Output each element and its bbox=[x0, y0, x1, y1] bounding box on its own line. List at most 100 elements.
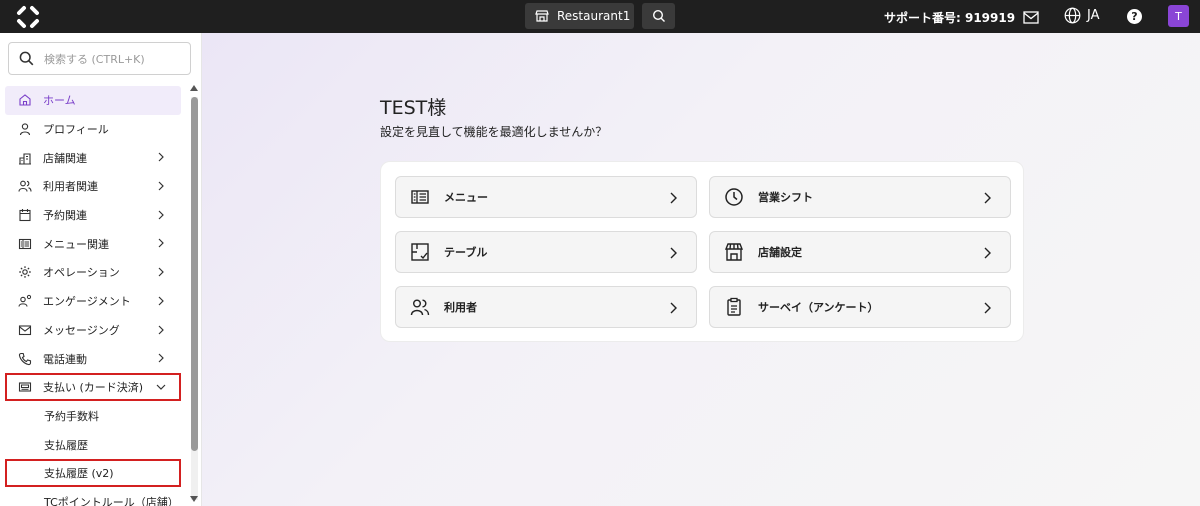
engagement-icon bbox=[18, 295, 32, 307]
top-bar: Restaurant1 サポート番号: 919919 JA ? T bbox=[0, 0, 1200, 33]
tile-label: 利用者 bbox=[444, 301, 477, 314]
chevron-right-icon bbox=[158, 239, 164, 248]
sidebar-item-phone[interactable]: 電話連動 bbox=[0, 344, 190, 373]
tile-store-settings[interactable]: 店舗設定 bbox=[709, 231, 1011, 273]
tile-label: サーベイ（アンケート） bbox=[758, 301, 879, 314]
search-icon bbox=[19, 51, 34, 66]
sidebar-subitem-reservation-fee[interactable]: 予約手数料 bbox=[0, 402, 190, 431]
sidebar-item-label: メニュー関連 bbox=[43, 237, 109, 251]
chevron-right-icon bbox=[158, 210, 164, 220]
mail-icon[interactable] bbox=[1023, 9, 1039, 28]
tile-users[interactable]: 利用者 bbox=[395, 286, 697, 328]
mail-icon bbox=[18, 325, 32, 335]
sidebar-item-users[interactable]: 利用者関連 bbox=[0, 172, 190, 201]
sidebar-item-label: オペレーション bbox=[43, 266, 120, 280]
tile-business-shift[interactable]: 営業シフト bbox=[709, 176, 1011, 218]
sidebar-item-messaging[interactable]: メッセージング bbox=[0, 316, 190, 345]
chevron-right-icon bbox=[670, 247, 677, 259]
sidebar-item-label: エンゲージメント bbox=[43, 295, 131, 309]
language-selector[interactable]: JA bbox=[1064, 7, 1100, 24]
sidebar: 検索する (CTRL+K) ホーム プロフィール 店舗関連 利用者関連 予約関連 bbox=[0, 33, 202, 506]
global-search-button[interactable] bbox=[642, 3, 675, 29]
sidebar-item-home[interactable]: ホーム bbox=[5, 86, 181, 115]
sidebar-item-label: 支払履歴 (v2) bbox=[44, 467, 114, 481]
avatar[interactable]: T bbox=[1168, 5, 1189, 27]
sidebar-item-label: プロフィール bbox=[43, 123, 109, 137]
tile-label: 店舗設定 bbox=[758, 246, 802, 259]
storefront-icon bbox=[535, 10, 549, 22]
storefront-icon bbox=[724, 243, 744, 261]
search-placeholder: 検索する (CTRL+K) bbox=[44, 52, 145, 66]
chevron-right-icon bbox=[670, 302, 677, 314]
tile-label: テーブル bbox=[444, 246, 488, 259]
tile-label: 営業シフト bbox=[758, 191, 813, 204]
search-icon bbox=[652, 9, 665, 22]
page-title: TEST様 bbox=[380, 97, 447, 119]
gear-icon bbox=[19, 266, 31, 279]
chevron-right-icon bbox=[158, 325, 164, 334]
scroll-down-arrow-icon[interactable] bbox=[190, 496, 198, 502]
clock-icon bbox=[725, 188, 743, 206]
sidebar-item-label: 予約手数料 bbox=[44, 409, 99, 423]
app-logo-icon[interactable] bbox=[16, 5, 40, 29]
help-icon[interactable]: ? bbox=[1127, 9, 1142, 24]
main-content: TEST様 設定を見直して機能を最適化しませんか？ メニュー 営業シフト テーブ… bbox=[202, 33, 1200, 506]
sidebar-item-label: 支払い (カード決済) bbox=[43, 381, 144, 395]
sidebar-item-label: ホーム bbox=[43, 94, 76, 108]
menu-book-icon bbox=[18, 238, 32, 249]
sidebar-item-operations[interactable]: オペレーション bbox=[0, 258, 190, 287]
chevron-down-icon bbox=[156, 384, 166, 390]
chevron-right-icon bbox=[984, 302, 991, 314]
sidebar-item-label: 支払履歴 bbox=[44, 438, 88, 452]
sidebar-item-label: TCポイントルール（店舗） bbox=[44, 495, 179, 506]
sidebar-subitem-payment-history[interactable]: 支払履歴 bbox=[0, 430, 190, 459]
clipboard-icon bbox=[727, 297, 741, 316]
sidebar-search-input[interactable]: 検索する (CTRL+K) bbox=[8, 42, 191, 75]
scroll-up-arrow-icon[interactable] bbox=[190, 85, 198, 91]
tile-survey[interactable]: サーベイ（アンケート） bbox=[709, 286, 1011, 328]
chevron-right-icon bbox=[158, 353, 164, 363]
chevron-right-icon bbox=[158, 296, 164, 306]
sidebar-item-label: 利用者関連 bbox=[43, 180, 98, 194]
globe-icon bbox=[1064, 7, 1081, 24]
store-selector-button[interactable]: Restaurant1 bbox=[525, 3, 634, 29]
menu-book-icon bbox=[411, 190, 429, 204]
sidebar-subitem-payment-history-v2[interactable]: 支払履歴 (v2) bbox=[0, 459, 190, 488]
sidebar-item-engagement[interactable]: エンゲージメント bbox=[0, 287, 190, 316]
chevron-right-icon bbox=[158, 152, 164, 162]
phone-icon bbox=[18, 352, 32, 365]
sidebar-item-reservations[interactable]: 予約関連 bbox=[0, 201, 190, 230]
tile-menu[interactable]: メニュー bbox=[395, 176, 697, 218]
chevron-right-icon bbox=[670, 192, 677, 204]
table-icon bbox=[411, 243, 429, 261]
chevron-right-icon bbox=[984, 192, 991, 204]
users-icon bbox=[410, 299, 430, 316]
sidebar-nav: ホーム プロフィール 店舗関連 利用者関連 予約関連 メニュー関連 オペレーショ… bbox=[0, 86, 190, 506]
sidebar-item-menu[interactable]: メニュー関連 bbox=[0, 229, 190, 258]
chevron-right-icon bbox=[158, 267, 164, 277]
support-number: サポート番号: 919919 bbox=[884, 11, 1016, 25]
scroll-thumb[interactable] bbox=[191, 97, 198, 451]
page-subtitle: 設定を見直して機能を最適化しませんか？ bbox=[380, 125, 608, 139]
sidebar-item-payments[interactable]: 支払い (カード決済) bbox=[0, 373, 190, 402]
user-icon bbox=[19, 123, 31, 136]
chevron-right-icon bbox=[158, 181, 164, 191]
users-icon bbox=[18, 181, 32, 193]
sidebar-item-label: 予約関連 bbox=[43, 209, 87, 223]
tile-table[interactable]: テーブル bbox=[395, 231, 697, 273]
sidebar-item-label: メッセージング bbox=[43, 323, 120, 337]
home-icon bbox=[19, 94, 31, 106]
sidebar-subitem-tc-point-rules[interactable]: TCポイントルール（店舗） bbox=[0, 488, 190, 506]
tile-label: メニュー bbox=[444, 191, 488, 204]
sidebar-item-label: 電話連動 bbox=[43, 352, 87, 366]
quick-settings-card: メニュー 営業シフト テーブル 店舗設定 利用者 サーベイ（アンケート） bbox=[380, 161, 1024, 342]
sidebar-item-label: 店舗関連 bbox=[43, 151, 87, 165]
sidebar-item-store[interactable]: 店舗関連 bbox=[0, 143, 190, 172]
store-icon bbox=[19, 153, 31, 165]
sidebar-item-profile[interactable]: プロフィール bbox=[0, 115, 190, 144]
language-label: JA bbox=[1087, 8, 1100, 23]
payment-icon bbox=[18, 382, 32, 392]
calendar-icon bbox=[19, 209, 31, 222]
sidebar-scrollbar[interactable] bbox=[189, 83, 199, 506]
chevron-right-icon bbox=[984, 247, 991, 259]
